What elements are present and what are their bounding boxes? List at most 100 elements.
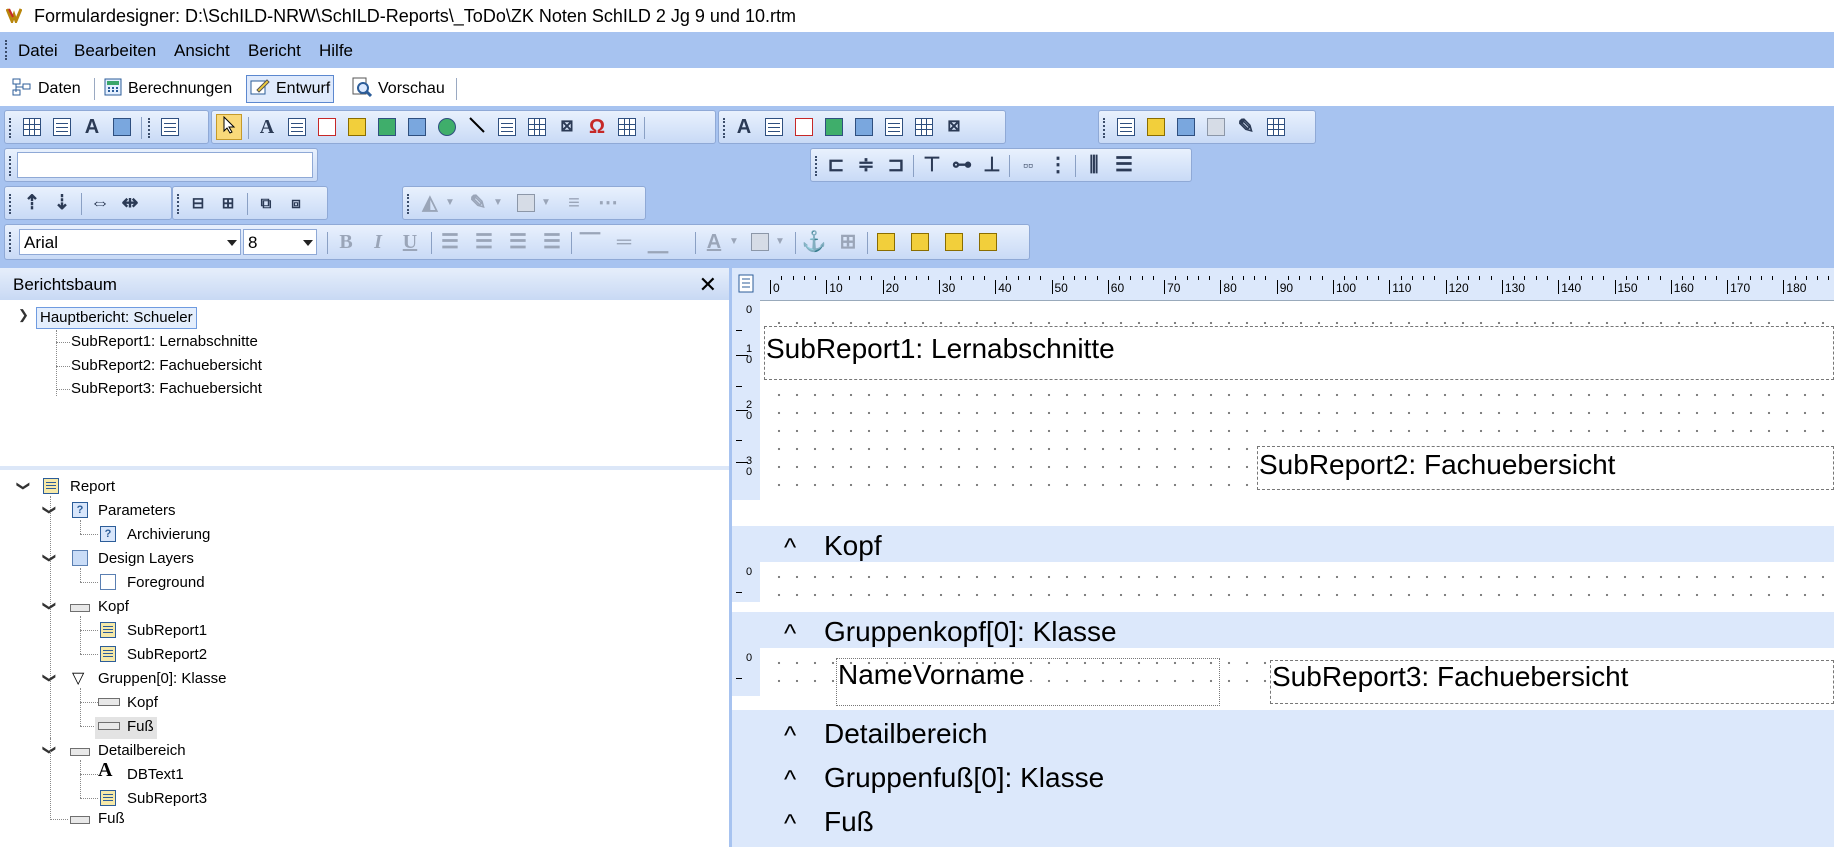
align-text-center-button[interactable]: ☰ (471, 229, 497, 255)
dbcalc-button[interactable] (821, 114, 847, 140)
fill-color-dropdown[interactable]: ▼ (443, 190, 457, 216)
report-tree-toggle-button[interactable] (157, 114, 183, 140)
label-component-button[interactable]: A (254, 114, 280, 140)
db-label-button[interactable]: A (79, 114, 105, 140)
tree-node-gruppen-fuss[interactable]: Fuß (127, 718, 154, 735)
text-middle-button[interactable]: ═ (611, 229, 637, 255)
toolbar-grip-handle[interactable] (148, 118, 153, 138)
report-tree-item[interactable]: SubReport2: Fachuebersicht (71, 357, 262, 374)
line-thickness-button[interactable]: ≡ (561, 190, 587, 216)
toolbar-grip-handle[interactable] (723, 118, 728, 138)
gradient-dropdown[interactable]: ▼ (539, 190, 553, 216)
layer-forward-button[interactable] (941, 229, 967, 255)
space-horizontally-button[interactable]: ▫▫ (1015, 152, 1041, 178)
caret-up-icon[interactable]: ^ (784, 532, 796, 563)
system-variable-button[interactable] (344, 114, 370, 140)
dbtext-button[interactable]: A (731, 114, 757, 140)
chevron-down-icon[interactable]: ❯ (41, 673, 57, 684)
send-to-back-button[interactable]: ⧈ (283, 190, 309, 216)
tree-node-report[interactable]: Report (70, 478, 115, 495)
band-area-kopf[interactable] (764, 562, 1834, 602)
menu-bearbeiten[interactable]: Bearbeiten (74, 41, 156, 61)
toolbar-grip-handle[interactable] (9, 118, 14, 138)
center-horizontal-button[interactable]: ☰ (1111, 152, 1137, 178)
toolbar-grip-handle[interactable] (9, 232, 14, 252)
subreport2-component[interactable]: SubReport2: Fachuebersicht (1257, 446, 1834, 490)
grow-height-button[interactable]: ⇡ (19, 190, 45, 216)
tab-berechnungen[interactable]: Berechnungen (104, 77, 232, 101)
dbimage-button[interactable] (851, 114, 877, 140)
chevron-down-icon[interactable]: ❯ (41, 601, 57, 612)
bring-to-front-button[interactable]: ⧉ (253, 190, 279, 216)
menu-datei[interactable]: Datei (18, 41, 58, 61)
font-color-button[interactable]: A (701, 229, 727, 255)
toolbar-grip-handle[interactable] (407, 194, 412, 214)
align-left-button[interactable]: ⊏ (823, 152, 849, 178)
line-style-button[interactable]: ⋯ (595, 190, 621, 216)
caret-up-icon[interactable]: ^ (784, 720, 796, 751)
font-size-select[interactable]: 8 (243, 229, 317, 255)
chevron-down-icon[interactable]: ❯ (41, 505, 57, 516)
teechart-button[interactable] (1173, 114, 1199, 140)
shrink-width-button[interactable]: ⇹ (117, 190, 143, 216)
checkbox-component-button[interactable]: ⊠ (554, 114, 580, 140)
report-tree-toggle-icon[interactable] (738, 274, 756, 294)
menu-hilfe[interactable]: Hilfe (319, 41, 353, 61)
region-component-button[interactable] (494, 114, 520, 140)
subreport-button[interactable] (1113, 114, 1139, 140)
shape-component-button[interactable] (434, 114, 460, 140)
tab-vorschau[interactable]: Vorschau (352, 77, 445, 101)
tree-node-foreground[interactable]: Foreground (127, 574, 205, 591)
chart-component-button[interactable]: Ω (584, 114, 610, 140)
report-tree-root[interactable]: Hauptbericht: Schueler (36, 307, 197, 329)
space-vertically-button[interactable]: ⋮ (1045, 152, 1071, 178)
childreport-button[interactable] (1143, 114, 1169, 140)
tree-node-subreport3[interactable]: SubReport3 (127, 790, 207, 807)
underline-button[interactable]: U (397, 229, 423, 255)
align-top-button[interactable]: ⊤ (919, 152, 945, 178)
band-header-detailbereich[interactable]: ^ Detailbereich (732, 710, 1834, 754)
tree-node-subreport1[interactable]: SubReport1 (127, 622, 207, 639)
dbmemo-button[interactable] (761, 114, 787, 140)
memo-component-button[interactable] (284, 114, 310, 140)
italic-button[interactable]: I (365, 229, 391, 255)
fill-color-button[interactable]: ◭ (417, 190, 443, 216)
tree-node-kopf[interactable]: Kopf (98, 598, 129, 615)
toolbar-grip-handle[interactable] (9, 156, 14, 176)
line-component-button[interactable] (464, 114, 490, 140)
bold-button[interactable]: B (333, 229, 359, 255)
tree-node-gruppen[interactable]: Gruppen[0]: Klasse (98, 670, 226, 687)
center-in-band-button[interactable]: ⫼ (1081, 152, 1107, 178)
dbcheckbox-button[interactable]: ⊠ (941, 114, 967, 140)
justify-text-button[interactable]: ☰ (539, 229, 565, 255)
tree-node-parameters[interactable]: Parameters (98, 502, 176, 519)
tree-node-subreport2[interactable]: SubReport2 (127, 646, 207, 663)
tab-entwurf[interactable]: Entwurf (246, 75, 335, 103)
tab-daten[interactable]: Daten (12, 77, 81, 101)
layer-backward-button[interactable] (975, 229, 1001, 255)
image-component-button[interactable] (404, 114, 430, 140)
band-header-kopf[interactable]: ^ Kopf (732, 526, 1834, 562)
tree-node-dbtext1[interactable]: DBText1 (127, 766, 184, 783)
align-right-button[interactable]: ⊐ (883, 152, 909, 178)
tree-node-gruppen-kopf[interactable]: Kopf (127, 694, 158, 711)
barcode-component-button[interactable] (524, 114, 550, 140)
border-button[interactable]: ⊞ (835, 229, 861, 255)
toolbar-grip-handle[interactable] (9, 194, 14, 214)
chevron-down-icon[interactable]: ❯ (18, 307, 29, 323)
align-text-right-button[interactable]: ☰ (505, 229, 531, 255)
chevron-down-icon[interactable]: ❯ (15, 481, 31, 492)
paintbox-button[interactable]: ✎ (1233, 114, 1259, 140)
anchor-button[interactable]: ⚓ (801, 229, 827, 255)
component-edit-field[interactable] (17, 152, 313, 178)
menu-grip-handle[interactable] (5, 40, 10, 60)
subreport3-component[interactable]: SubReport3: Fachuebersicht (1270, 660, 1834, 704)
shrink-height-button[interactable]: ⇣ (49, 190, 75, 216)
variable-component-button[interactable] (374, 114, 400, 140)
nudge-up-button[interactable]: ⊟ (185, 190, 211, 216)
crosstab-grid-button[interactable] (1263, 114, 1289, 140)
pagebreak-button[interactable] (1203, 114, 1229, 140)
tree-node-archivierung[interactable]: Archivierung (127, 526, 210, 543)
chevron-down-icon[interactable] (303, 240, 313, 246)
menu-ansicht[interactable]: Ansicht (174, 41, 230, 61)
